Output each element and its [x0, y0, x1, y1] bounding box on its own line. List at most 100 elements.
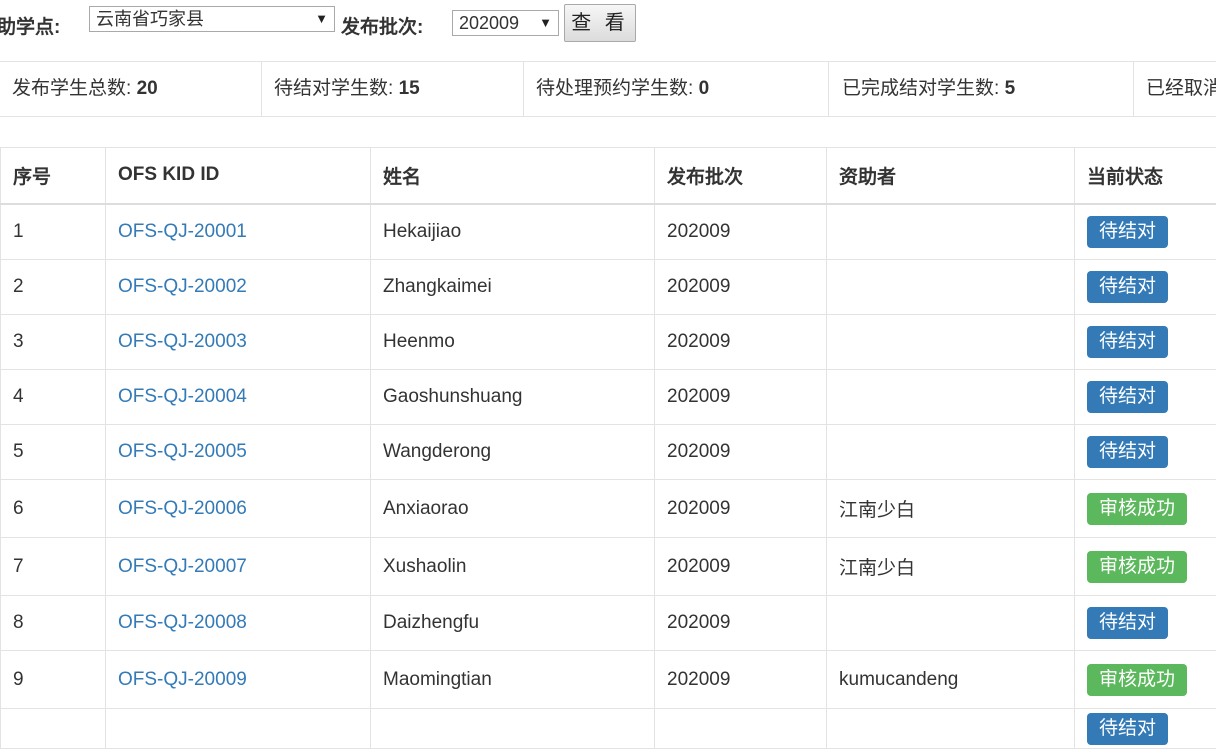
cell-sponsor-text: 江南少白 — [839, 500, 915, 521]
table-row: 1 OFS-QJ-20001 Hekaijiao 202009 待结对 — [1, 204, 1216, 260]
cell-name-text: Daizhengfu — [383, 612, 479, 633]
cell-status: 审核成功 — [1075, 480, 1216, 538]
cell-batch: 202009 — [655, 651, 827, 709]
cell-no-text: 6 — [13, 498, 24, 519]
kid-id-link[interactable]: OFS-QJ-20006 — [118, 498, 247, 519]
cell-no: 1 — [1, 204, 106, 260]
cell-batch: 202009 — [655, 204, 827, 260]
cell-name-text: Heenmo — [383, 331, 455, 352]
cell-name: Wangderong — [371, 425, 655, 480]
kid-id-link[interactable]: OFS-QJ-20007 — [118, 556, 247, 577]
cell-sponsor — [827, 260, 1075, 315]
batch-select[interactable]: 202009 ▼ — [452, 10, 559, 36]
cell-batch: 202009 — [655, 315, 827, 370]
cell-batch-text: 202009 — [667, 556, 730, 577]
table-row: 5OFS-QJ-20005Wangderong202009待结对 — [1, 425, 1216, 480]
cell-kid-id: OFS-QJ-20001 — [106, 204, 371, 260]
cell-status: 待结对 — [1075, 260, 1216, 315]
status-badge: 待结对 — [1087, 216, 1168, 248]
site-select-value: 云南省巧家县 — [96, 9, 204, 29]
kid-id-link[interactable]: OFS-QJ-20001 — [118, 221, 247, 242]
dropdown-arrow-icon: ▼ — [315, 7, 328, 31]
cell-batch: 202009 — [655, 425, 827, 480]
cell-batch-text: 202009 — [667, 331, 730, 352]
header-no: 序号 — [1, 148, 106, 204]
cell-no: 8 — [1, 596, 106, 651]
cell-batch: 202009 — [655, 538, 827, 596]
header-batch: 发布批次 — [655, 148, 827, 204]
kid-id-link[interactable]: OFS-QJ-20008 — [118, 612, 247, 633]
cell-kid-id: OFS-QJ-20006 — [106, 480, 371, 538]
table-row: 8OFS-QJ-20008Daizhengfu202009待结对 — [1, 596, 1216, 651]
kid-id-link[interactable]: OFS-QJ-20002 — [118, 276, 247, 297]
cell-no: 4 — [1, 370, 106, 425]
cell-sponsor — [827, 204, 1075, 260]
cell-kid-id: OFS-QJ-20002 — [106, 260, 371, 315]
cell-status: 待结对 — [1075, 425, 1216, 480]
cell-no-text: 1 — [13, 221, 24, 242]
cell-no-text: 8 — [13, 612, 24, 633]
cell-kid-id: OFS-QJ-20005 — [106, 425, 371, 480]
view-button[interactable]: 查 看 — [564, 4, 636, 42]
cell-name: Anxiaorao — [371, 480, 655, 538]
cell-batch: 202009 — [655, 596, 827, 651]
cell-kid-id: OFS-QJ-20003 — [106, 315, 371, 370]
table-body: 1OFS-QJ-20001Hekaijiao202009待结对2OFS-QJ-2… — [1, 204, 1216, 749]
cell-sponsor-text: 江南少白 — [839, 558, 915, 579]
cell-status: 待结对 — [1075, 370, 1216, 425]
cell-batch-text: 202009 — [667, 669, 730, 690]
site-select[interactable]: 云南省巧家县 ▼ — [89, 6, 335, 32]
kid-id-link[interactable]: OFS-QJ-20004 — [118, 386, 247, 407]
cell-name-text: Xushaolin — [383, 556, 466, 577]
status-badge: 待结对 — [1087, 381, 1168, 413]
cell-name: Xushaolin — [371, 538, 655, 596]
cell-batch-text: 202009 — [667, 612, 730, 633]
cell-status: 审核成功 — [1075, 538, 1216, 596]
cell-no-text: 9 — [13, 669, 24, 690]
cell-no: 6 — [1, 480, 106, 538]
stat-reservation-value: 0 — [699, 78, 710, 99]
table-row: 6 OFS-QJ-20006 Anxiaorao 202009 江南少白 审核成功 — [1, 480, 1216, 538]
batch-label: 发布批次: — [341, 12, 423, 39]
cell-kid-id: OFS-QJ-20008 — [106, 596, 371, 651]
cell-name-text: Hekaijiao — [383, 221, 461, 242]
cell-batch: 202009 — [655, 260, 827, 315]
cell-name: Heenmo — [371, 315, 655, 370]
cell-sponsor: 江南少白 — [827, 538, 1075, 596]
cell-batch-text: 202009 — [667, 276, 730, 297]
stat-pending: 待结对学生数: 15 — [262, 62, 524, 116]
kid-id-link[interactable]: OFS-QJ-20003 — [118, 331, 247, 352]
cell-batch: 202009 — [655, 370, 827, 425]
cell-name-text: Zhangkaimei — [383, 276, 492, 297]
cell-sponsor — [827, 315, 1075, 370]
status-badge: 审核成功 — [1087, 493, 1187, 525]
table-row: 9 OFS-QJ-20009 Maomingtian 202009 kumucanden… — [1, 651, 1216, 709]
stat-completed-label: 已完成结对学生数: — [842, 78, 1005, 99]
status-badge: 待结对 — [1087, 436, 1168, 468]
stat-pending-label: 待结对学生数: — [274, 78, 399, 99]
stat-total-value: 20 — [137, 78, 158, 99]
cell-batch-text: 202009 — [667, 386, 730, 407]
cell-batch-text: 202009 — [667, 498, 730, 519]
status-badge: 审核成功 — [1087, 664, 1187, 696]
stat-cancelled: 已经取消 — [1134, 62, 1216, 116]
cell-sponsor: 江南少白 — [827, 480, 1075, 538]
cell-name: Gaoshunshuang — [371, 370, 655, 425]
status-badge: 待结对 — [1087, 271, 1168, 303]
cell-batch: 202009 — [655, 480, 827, 538]
cell-sponsor-text: kumucandeng — [839, 669, 958, 690]
kid-id-link[interactable]: OFS-QJ-20009 — [118, 669, 247, 690]
stat-completed-value: 5 — [1005, 78, 1016, 99]
cell-name-text: Maomingtian — [383, 669, 492, 690]
stat-total-label: 发布学生总数: — [12, 78, 137, 99]
header-name: 姓名 — [371, 148, 655, 204]
cell-no: 7 — [1, 538, 106, 596]
cell-status: 待结对 — [1075, 204, 1216, 260]
site-label: 助学点: — [0, 12, 60, 39]
kid-id-link[interactable]: OFS-QJ-20005 — [118, 441, 247, 462]
cell-batch-text: 202009 — [667, 221, 730, 242]
cell-name-text: Wangderong — [383, 441, 491, 462]
cell-name: Maomingtian — [371, 651, 655, 709]
cell-name-text: Gaoshunshuang — [383, 386, 522, 407]
stat-reservation-label: 待处理预约学生数: — [536, 78, 699, 99]
